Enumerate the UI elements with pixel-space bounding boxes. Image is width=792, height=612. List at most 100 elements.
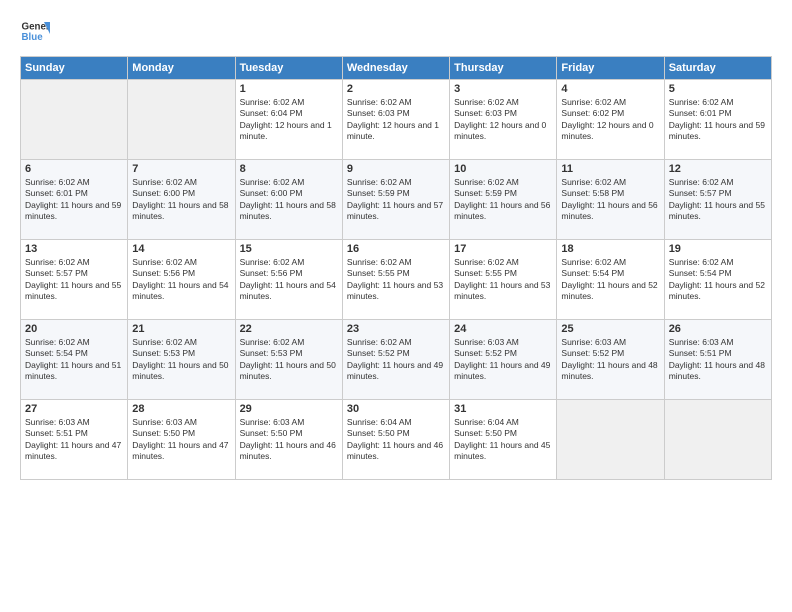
calendar-cell: 20Sunrise: 6:02 AM Sunset: 5:54 PM Dayli…	[21, 320, 128, 400]
column-header-thursday: Thursday	[450, 57, 557, 80]
day-number: 10	[454, 163, 552, 175]
calendar-cell	[21, 80, 128, 160]
column-header-saturday: Saturday	[664, 57, 771, 80]
cell-info: Sunrise: 6:02 AM Sunset: 5:58 PM Dayligh…	[561, 177, 659, 223]
day-number: 29	[240, 403, 338, 415]
cell-info: Sunrise: 6:02 AM Sunset: 6:00 PM Dayligh…	[240, 177, 338, 223]
cell-info: Sunrise: 6:02 AM Sunset: 5:57 PM Dayligh…	[669, 177, 767, 223]
day-number: 24	[454, 323, 552, 335]
column-header-wednesday: Wednesday	[342, 57, 449, 80]
page-container: General Blue SundayMondayTuesdayWednesda…	[0, 0, 792, 490]
svg-text:Blue: Blue	[22, 32, 44, 43]
calendar-cell: 2Sunrise: 6:02 AM Sunset: 6:03 PM Daylig…	[342, 80, 449, 160]
column-header-friday: Friday	[557, 57, 664, 80]
calendar-cell: 4 Sunrise: 6:02 AM Sunset: 6:02 PM Daylig…	[557, 80, 664, 160]
day-number: 3	[454, 83, 552, 95]
day-number: 21	[132, 323, 230, 335]
cell-info: Sunrise: 6:02 AM Sunset: 5:59 PM Dayligh…	[347, 177, 445, 223]
column-header-tuesday: Tuesday	[235, 57, 342, 80]
day-number: 14	[132, 243, 230, 255]
calendar-cell	[128, 80, 235, 160]
calendar-cell: 29 Sunrise: 6:03 AM Sunset: 5:50 PM Dayli…	[235, 400, 342, 480]
calendar-cell: 25 Sunrise: 6:03 AM Sunset: 5:52 PM Dayli…	[557, 320, 664, 400]
cell-info: Sunrise: 6:03 AM Sunset: 5:50 PM Dayligh…	[240, 417, 338, 463]
cell-info: Sunrise: 6:02 AM Sunset: 5:54 PM Dayligh…	[669, 257, 767, 303]
logo-icon: General Blue	[20, 16, 50, 46]
calendar-cell: 3 Sunrise: 6:02 AM Sunset: 6:03 PM Daylig…	[450, 80, 557, 160]
day-number: 23	[347, 323, 445, 335]
day-number: 4	[561, 83, 659, 95]
calendar-week-5: 27 Sunrise: 6:03 AM Sunset: 5:51 PM Dayli…	[21, 400, 772, 480]
calendar-cell: 28Sunrise: 6:03 AM Sunset: 5:50 PM Dayli…	[128, 400, 235, 480]
cell-info: Sunrise: 6:04 AM Sunset: 5:50 PM Dayligh…	[347, 417, 445, 463]
calendar-cell: 26 Sunrise: 6:03 AM Sunset: 5:51 PM Dayli…	[664, 320, 771, 400]
cell-info: Sunrise: 6:03 AM Sunset: 5:52 PM Dayligh…	[454, 337, 552, 383]
day-number: 31	[454, 403, 552, 415]
column-header-sunday: Sunday	[21, 57, 128, 80]
calendar-cell: 17 Sunrise: 6:02 AM Sunset: 5:55 PM Dayli…	[450, 240, 557, 320]
calendar-cell: 10 Sunrise: 6:02 AM Sunset: 5:59 PM Dayli…	[450, 160, 557, 240]
day-number: 9	[347, 163, 445, 175]
cell-info: Sunrise: 6:02 AM Sunset: 6:04 PM Dayligh…	[240, 97, 338, 143]
calendar-cell: 31 Sunrise: 6:04 AM Sunset: 5:50 PM Dayli…	[450, 400, 557, 480]
cell-info: Sunrise: 6:02 AM Sunset: 5:56 PM Dayligh…	[240, 257, 338, 303]
calendar-week-2: 6Sunrise: 6:02 AM Sunset: 6:01 PM Daylig…	[21, 160, 772, 240]
calendar-cell	[557, 400, 664, 480]
cell-info: Sunrise: 6:03 AM Sunset: 5:51 PM Dayligh…	[669, 337, 767, 383]
calendar-header-row: SundayMondayTuesdayWednesdayThursdayFrid…	[21, 57, 772, 80]
calendar-cell: 15 Sunrise: 6:02 AM Sunset: 5:56 PM Dayli…	[235, 240, 342, 320]
day-number: 25	[561, 323, 659, 335]
calendar-cell: 24 Sunrise: 6:03 AM Sunset: 5:52 PM Dayli…	[450, 320, 557, 400]
calendar-cell: 27 Sunrise: 6:03 AM Sunset: 5:51 PM Dayli…	[21, 400, 128, 480]
day-number: 7	[132, 163, 230, 175]
day-number: 17	[454, 243, 552, 255]
day-number: 5	[669, 83, 767, 95]
header: General Blue	[20, 16, 772, 46]
calendar-cell: 14 Sunrise: 6:02 AM Sunset: 5:56 PM Dayli…	[128, 240, 235, 320]
calendar-cell: 5 Sunrise: 6:02 AM Sunset: 6:01 PM Daylig…	[664, 80, 771, 160]
calendar-cell: 30Sunrise: 6:04 AM Sunset: 5:50 PM Dayli…	[342, 400, 449, 480]
calendar-cell: 8 Sunrise: 6:02 AM Sunset: 6:00 PM Daylig…	[235, 160, 342, 240]
calendar-cell: 23 Sunrise: 6:02 AM Sunset: 5:52 PM Dayli…	[342, 320, 449, 400]
calendar-week-3: 13Sunrise: 6:02 AM Sunset: 5:57 PM Dayli…	[21, 240, 772, 320]
logo: General Blue	[20, 16, 50, 46]
calendar-cell: 13Sunrise: 6:02 AM Sunset: 5:57 PM Dayli…	[21, 240, 128, 320]
cell-info: Sunrise: 6:02 AM Sunset: 5:52 PM Dayligh…	[347, 337, 445, 383]
day-number: 19	[669, 243, 767, 255]
calendar-cell: 19 Sunrise: 6:02 AM Sunset: 5:54 PM Dayli…	[664, 240, 771, 320]
cell-info: Sunrise: 6:02 AM Sunset: 5:56 PM Dayligh…	[132, 257, 230, 303]
calendar-cell: 6Sunrise: 6:02 AM Sunset: 6:01 PM Daylig…	[21, 160, 128, 240]
cell-info: Sunrise: 6:02 AM Sunset: 5:54 PM Dayligh…	[561, 257, 659, 303]
calendar-cell: 9 Sunrise: 6:02 AM Sunset: 5:59 PM Daylig…	[342, 160, 449, 240]
cell-info: Sunrise: 6:02 AM Sunset: 5:55 PM Dayligh…	[347, 257, 445, 303]
day-number: 20	[25, 323, 123, 335]
calendar-table: SundayMondayTuesdayWednesdayThursdayFrid…	[20, 56, 772, 480]
day-number: 27	[25, 403, 123, 415]
cell-info: Sunrise: 6:03 AM Sunset: 5:50 PM Dayligh…	[132, 417, 230, 463]
calendar-cell: 12Sunrise: 6:02 AM Sunset: 5:57 PM Dayli…	[664, 160, 771, 240]
cell-info: Sunrise: 6:02 AM Sunset: 5:59 PM Dayligh…	[454, 177, 552, 223]
cell-info: Sunrise: 6:02 AM Sunset: 6:01 PM Dayligh…	[669, 97, 767, 143]
calendar-cell: 21 Sunrise: 6:02 AM Sunset: 5:53 PM Dayli…	[128, 320, 235, 400]
day-number: 16	[347, 243, 445, 255]
day-number: 6	[25, 163, 123, 175]
day-number: 18	[561, 243, 659, 255]
cell-info: Sunrise: 6:02 AM Sunset: 5:53 PM Dayligh…	[240, 337, 338, 383]
cell-info: Sunrise: 6:02 AM Sunset: 5:53 PM Dayligh…	[132, 337, 230, 383]
calendar-week-1: 1 Sunrise: 6:02 AM Sunset: 6:04 PM Daylig…	[21, 80, 772, 160]
cell-info: Sunrise: 6:04 AM Sunset: 5:50 PM Dayligh…	[454, 417, 552, 463]
calendar-cell: 16 Sunrise: 6:02 AM Sunset: 5:55 PM Dayli…	[342, 240, 449, 320]
cell-info: Sunrise: 6:03 AM Sunset: 5:52 PM Dayligh…	[561, 337, 659, 383]
cell-info: Sunrise: 6:02 AM Sunset: 6:03 PM Dayligh…	[454, 97, 552, 143]
calendar-cell	[664, 400, 771, 480]
day-number: 8	[240, 163, 338, 175]
day-number: 1	[240, 83, 338, 95]
calendar-cell: 11Sunrise: 6:02 AM Sunset: 5:58 PM Dayli…	[557, 160, 664, 240]
day-number: 26	[669, 323, 767, 335]
day-number: 15	[240, 243, 338, 255]
calendar-cell: 7Sunrise: 6:02 AM Sunset: 6:00 PM Daylig…	[128, 160, 235, 240]
calendar-cell: 18 Sunrise: 6:02 AM Sunset: 5:54 PM Dayli…	[557, 240, 664, 320]
cell-info: Sunrise: 6:02 AM Sunset: 5:55 PM Dayligh…	[454, 257, 552, 303]
cell-info: Sunrise: 6:02 AM Sunset: 6:02 PM Dayligh…	[561, 97, 659, 143]
cell-info: Sunrise: 6:03 AM Sunset: 5:51 PM Dayligh…	[25, 417, 123, 463]
